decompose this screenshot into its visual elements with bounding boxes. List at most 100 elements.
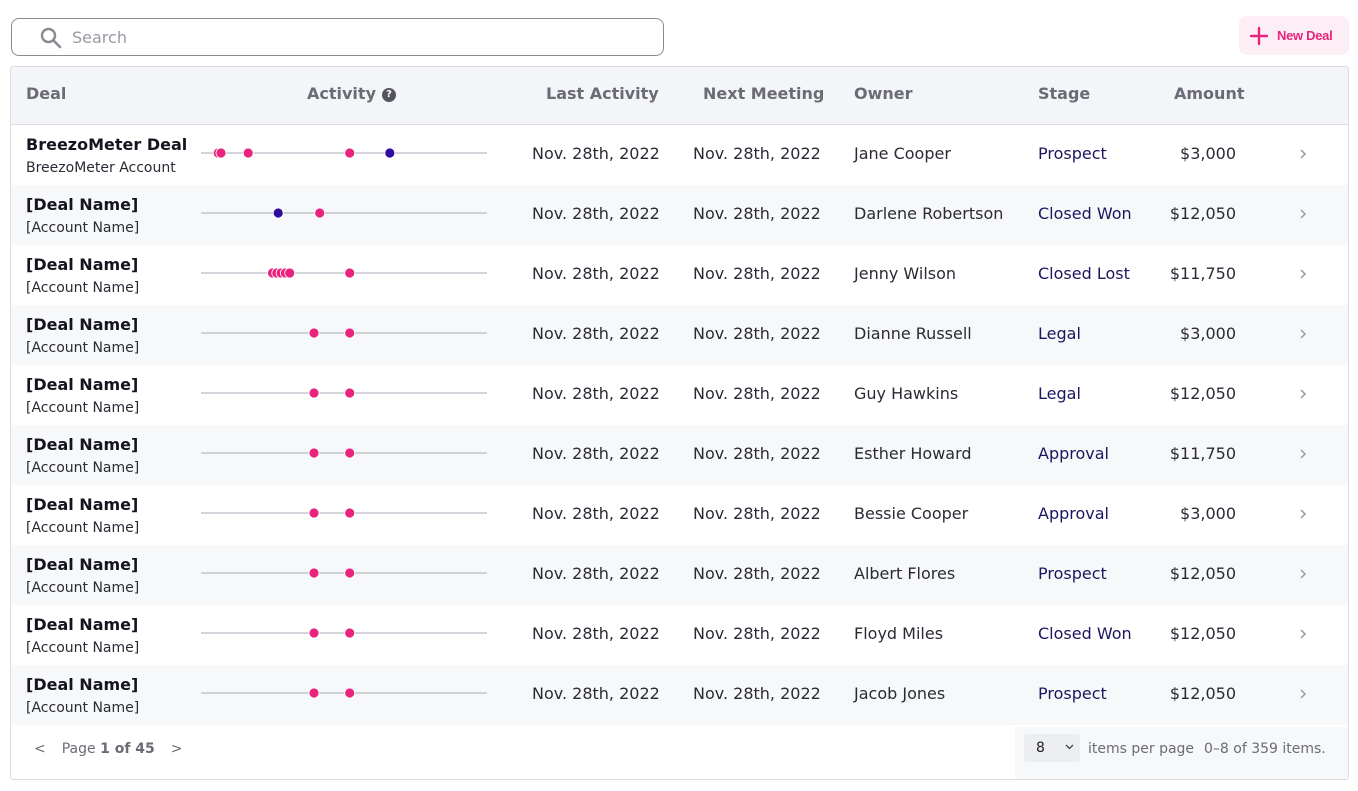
activity-dot[interactable] — [344, 627, 356, 639]
account-name: [Account Name] — [26, 220, 140, 236]
activity-dot[interactable] — [308, 387, 320, 399]
table-row[interactable]: [Deal Name] [Account Name] Nov. 28th, 2022… — [11, 665, 1348, 725]
search-box[interactable] — [11, 18, 664, 56]
table-row[interactable]: [Deal Name] [Account Name] Nov. 28th, 2022… — [11, 545, 1348, 605]
stage: Approval — [1038, 444, 1109, 463]
last-activity: Nov. 28th, 2022 — [532, 264, 660, 283]
amount: $12,050 — [1169, 384, 1236, 403]
activity-dot[interactable] — [308, 567, 320, 579]
last-activity: Nov. 28th, 2022 — [532, 384, 660, 403]
table-row[interactable]: [Deal Name] [Account Name] Nov. 28th, 2022… — [11, 485, 1348, 545]
chevron-right-icon[interactable] — [1297, 207, 1309, 221]
last-activity: Nov. 28th, 2022 — [532, 564, 660, 583]
items-per-page-select[interactable]: 8 — [1024, 734, 1080, 762]
activity-dot[interactable] — [314, 207, 326, 219]
header-deal[interactable]: Deal — [26, 84, 66, 103]
stage: Closed Won — [1038, 624, 1132, 643]
chevron-right-icon[interactable] — [1297, 687, 1309, 701]
activity-timeline — [201, 447, 487, 459]
header-activity[interactable]: Activity? — [307, 84, 396, 103]
activity-dot[interactable] — [308, 447, 320, 459]
stage: Closed Lost — [1038, 264, 1130, 283]
table-row[interactable]: [Deal Name] [Account Name] Nov. 28th, 2022… — [11, 365, 1348, 425]
activity-dot[interactable] — [344, 507, 356, 519]
page-indicator: Page 1 of 45 — [62, 741, 155, 757]
chevron-right-icon[interactable] — [1297, 507, 1309, 521]
items-range: 0–8 of 359 items. — [1204, 741, 1326, 757]
account-name: BreezoMeter Account — [26, 160, 176, 176]
table-header: Deal Activity? Last Activity Next Meetin… — [11, 67, 1348, 125]
table-row[interactable]: [Deal Name] [Account Name] Nov. 28th, 2022… — [11, 305, 1348, 365]
header-activity-label: Activity — [307, 84, 376, 103]
chevron-right-icon[interactable] — [1297, 327, 1309, 341]
next-meeting: Nov. 28th, 2022 — [693, 264, 821, 283]
activity-dot[interactable] — [344, 387, 356, 399]
chevron-right-icon[interactable] — [1297, 447, 1309, 461]
activity-dot[interactable] — [344, 447, 356, 459]
deal-name: [Deal Name] — [26, 615, 139, 634]
chevron-right-icon[interactable] — [1297, 147, 1309, 161]
activity-dot[interactable] — [344, 267, 356, 279]
next-page-button[interactable]: > — [167, 741, 187, 757]
account-name: [Account Name] — [26, 580, 140, 596]
header-owner[interactable]: Owner — [854, 84, 913, 103]
table-row[interactable]: [Deal Name] [Account Name] Nov. 28th, 2022… — [11, 605, 1348, 665]
activity-timeline — [201, 327, 487, 339]
table-row[interactable]: [Deal Name] [Account Name] Nov. 28th, 2022… — [11, 425, 1348, 485]
activity-dot[interactable] — [344, 147, 356, 159]
deal-name: [Deal Name] — [26, 195, 139, 214]
table-row[interactable]: [Deal Name] [Account Name] Nov. 28th, 2022… — [11, 185, 1348, 245]
owner: Darlene Robertson — [854, 204, 1004, 223]
activity-dot[interactable] — [242, 147, 254, 159]
deal-name: [Deal Name] — [26, 675, 139, 694]
account-name: [Account Name] — [26, 280, 140, 296]
header-next-meeting[interactable]: Next Meeting — [703, 84, 824, 103]
chevron-right-icon[interactable] — [1297, 267, 1309, 281]
activity-timeline — [201, 627, 487, 639]
chevron-right-icon[interactable] — [1297, 567, 1309, 581]
table-row[interactable]: BreezoMeter Deal BreezoMeter Account Nov. … — [11, 125, 1348, 185]
table-body: BreezoMeter Deal BreezoMeter Account Nov. … — [11, 125, 1348, 725]
amount: $11,750 — [1169, 444, 1236, 463]
activity-dot[interactable] — [308, 327, 320, 339]
activity-dot[interactable] — [344, 327, 356, 339]
stage: Approval — [1038, 504, 1109, 523]
header-stage[interactable]: Stage — [1038, 84, 1090, 103]
activity-dot[interactable] — [344, 567, 356, 579]
amount: $12,050 — [1169, 204, 1236, 223]
header-amount[interactable]: Amount — [1174, 84, 1244, 103]
owner: Floyd Miles — [854, 624, 944, 643]
activity-dot[interactable] — [215, 147, 227, 159]
stage: Prospect — [1038, 144, 1107, 163]
activity-dot[interactable] — [344, 687, 356, 699]
next-meeting: Nov. 28th, 2022 — [693, 624, 821, 643]
search-input[interactable] — [72, 23, 652, 51]
chevron-right-icon[interactable] — [1297, 627, 1309, 641]
owner: Dianne Russell — [854, 324, 972, 343]
activity-dot[interactable] — [384, 147, 396, 159]
activity-dot[interactable] — [308, 507, 320, 519]
activity-dot[interactable] — [284, 267, 296, 279]
owner: Jane Cooper — [854, 144, 951, 163]
new-deal-button[interactable]: New Deal — [1239, 16, 1349, 55]
pagination: < Page 1 of 45 > — [30, 741, 187, 757]
activity-dot[interactable] — [308, 687, 320, 699]
owner: Jenny Wilson — [854, 264, 957, 283]
amount: $12,050 — [1169, 624, 1236, 643]
chevron-right-icon[interactable] — [1297, 387, 1309, 401]
amount: $3,000 — [1180, 324, 1236, 343]
account-name: [Account Name] — [26, 640, 140, 656]
header-last-activity[interactable]: Last Activity — [546, 84, 659, 103]
table-row[interactable]: [Deal Name] [Account Name] Nov. 28th, 2022… — [11, 245, 1348, 305]
deal-name: [Deal Name] — [26, 375, 139, 394]
activity-dot[interactable] — [308, 627, 320, 639]
prev-page-button[interactable]: < — [30, 741, 50, 757]
items-per-page-value: 8 — [1036, 740, 1045, 756]
help-icon[interactable]: ? — [382, 88, 396, 102]
activity-timeline — [201, 267, 487, 279]
last-activity: Nov. 28th, 2022 — [532, 144, 660, 163]
account-name: [Account Name] — [26, 520, 140, 536]
account-name: [Account Name] — [26, 460, 140, 476]
next-meeting: Nov. 28th, 2022 — [693, 204, 821, 223]
activity-dot[interactable] — [272, 207, 284, 219]
